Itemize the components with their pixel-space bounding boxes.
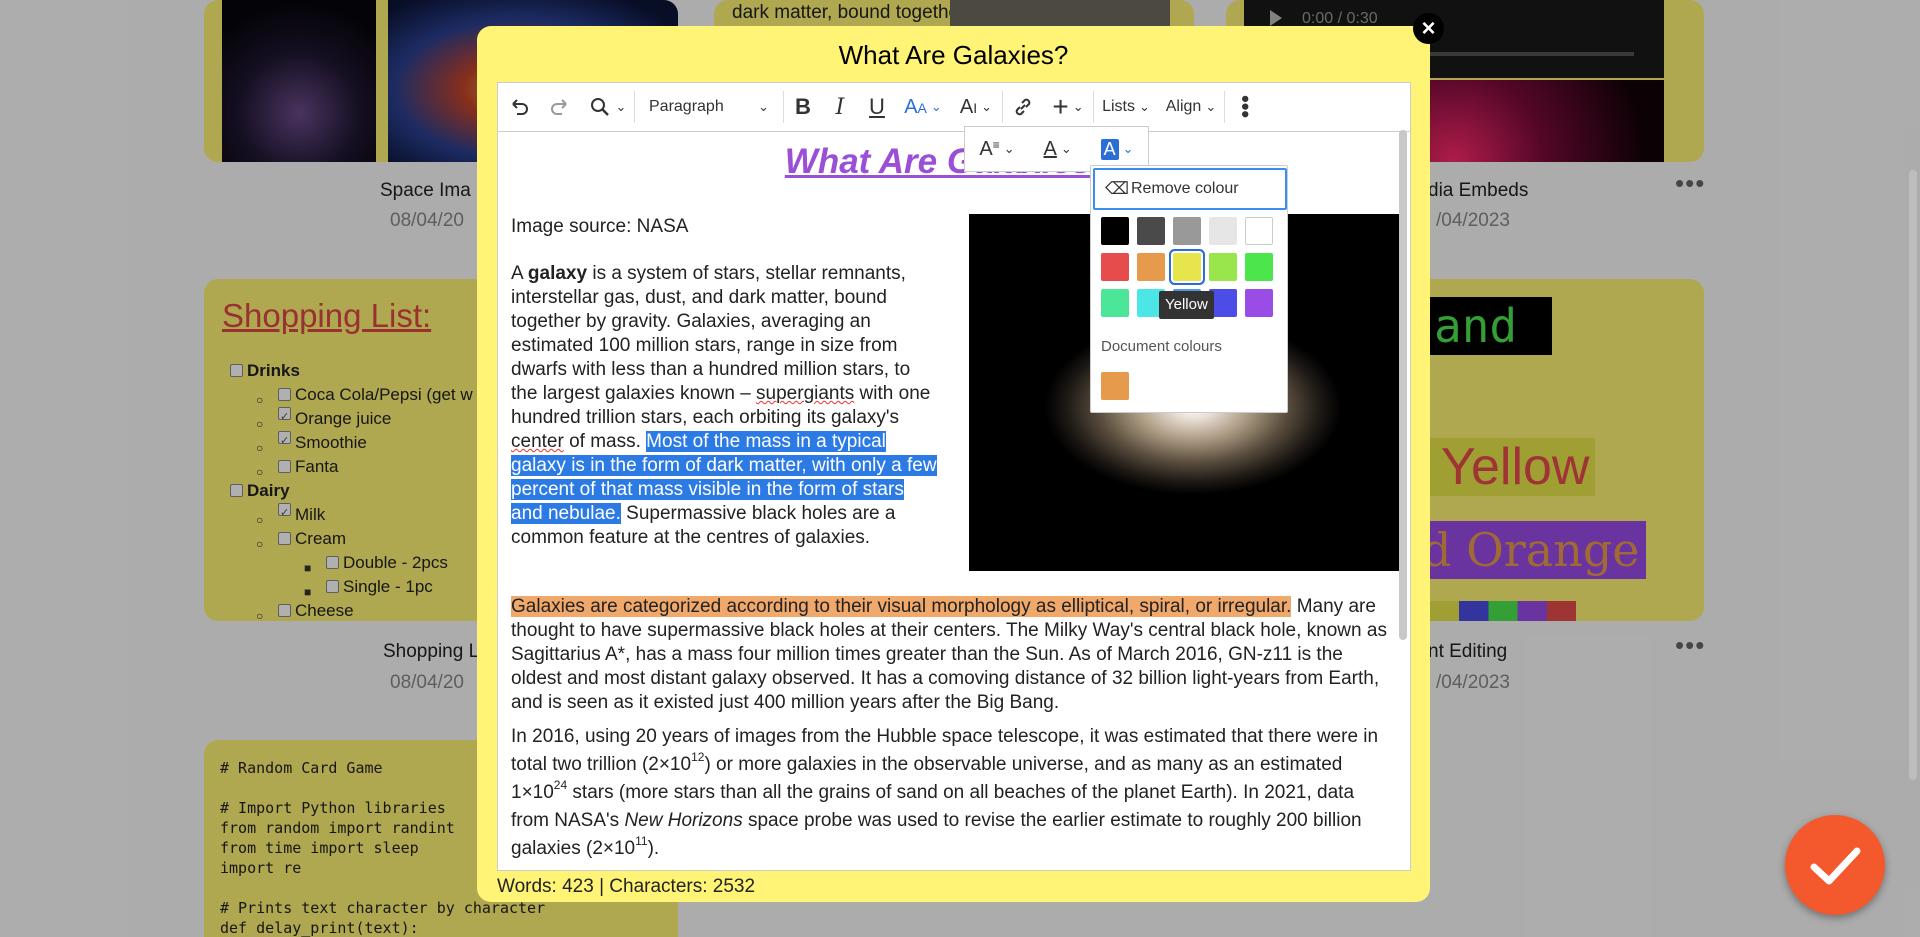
remove-colour-label: Remove colour	[1131, 180, 1239, 197]
font-style-icon: AA	[904, 95, 927, 118]
spellcheck-word: center	[511, 431, 564, 452]
align-dropdown[interactable]: Align ⌄	[1158, 82, 1224, 132]
text-run: A	[511, 263, 528, 284]
editor-scrollbar[interactable]	[1399, 130, 1407, 640]
paragraph-1: A galaxy is a system of stars, stellar r…	[511, 262, 939, 550]
more-tools-button[interactable]: •••	[1225, 82, 1265, 132]
font-style-button[interactable]: AA ⌄	[896, 82, 950, 132]
font-colour-icon: A	[1043, 137, 1057, 160]
text-run: ).	[647, 838, 660, 859]
find-replace-button[interactable]: ⌄	[580, 82, 634, 132]
link-button[interactable]	[1003, 82, 1043, 132]
modal-title: What Are Galaxies?	[838, 40, 1069, 70]
save-note-button[interactable]	[1785, 815, 1885, 915]
text-run: of mass.	[563, 431, 647, 452]
font-family-icon: A≡	[979, 137, 1000, 160]
colour-swatch[interactable]	[1209, 253, 1237, 281]
lists-label: Lists	[1102, 98, 1135, 115]
colour-swatch[interactable]	[1245, 289, 1273, 317]
superscript: 12	[691, 750, 705, 764]
font-size-button[interactable]: AI ⌄	[950, 82, 1002, 132]
paragraph-3: In 2016, using 20 years of images from t…	[511, 723, 1387, 863]
link-icon	[1015, 98, 1031, 116]
italic-text: New Horizons	[624, 810, 743, 831]
document-colour-swatch[interactable]	[1101, 372, 1129, 400]
font-colour-button[interactable]: A ⌄	[1044, 127, 1072, 171]
eraser-icon: ⌫	[1105, 179, 1130, 198]
plus-icon: +	[1052, 91, 1069, 122]
superscript: 11	[635, 834, 648, 848]
bold-icon: B	[795, 94, 811, 119]
checkmark-icon	[1810, 847, 1861, 885]
colour-swatch[interactable]	[1101, 217, 1129, 245]
page-scrollbar[interactable]	[1909, 170, 1917, 780]
italic-icon: I	[835, 94, 845, 120]
chevron-down-icon: ⌄	[930, 99, 942, 114]
note-editor-modal: What Are Galaxies? ⌄ Paragraph ⌄ B I U A…	[477, 26, 1430, 902]
colour-swatch[interactable]	[1173, 217, 1201, 245]
image-source-text: Image source: NASA	[511, 216, 689, 237]
superscript: 24	[553, 778, 568, 792]
font-family-button[interactable]: A≡ ⌄	[979, 127, 1014, 171]
find-replace-icon	[590, 98, 609, 116]
paragraph-2: Galaxies are categorized according to th…	[511, 595, 1387, 715]
align-label: Align	[1165, 98, 1202, 115]
heading-dropdown[interactable]: Paragraph ⌄	[635, 82, 783, 132]
highlighted-text: Galaxies are categorized according to th…	[511, 596, 1292, 617]
word-count: Words: 423 | Characters: 2532	[497, 876, 756, 897]
chevron-down-icon: ⌄	[1060, 141, 1072, 156]
swatch-tooltip: Yellow	[1159, 291, 1214, 319]
chevron-down-icon: ⌄	[1205, 99, 1217, 114]
undo-icon	[512, 99, 528, 115]
insert-button[interactable]: + ⌄	[1043, 82, 1093, 132]
colour-swatch[interactable]	[1209, 217, 1237, 245]
colour-swatch[interactable]	[1137, 253, 1165, 281]
close-icon: ×	[1421, 15, 1436, 42]
underline-button[interactable]: U	[858, 82, 896, 132]
chevron-down-icon: ⌄	[1122, 141, 1134, 156]
undo-button[interactable]	[498, 82, 540, 132]
redo-icon	[551, 99, 567, 115]
colour-swatch[interactable]	[1245, 253, 1273, 281]
heading-dropdown-label: Paragraph	[649, 98, 724, 115]
bold-button[interactable]: B	[784, 82, 822, 132]
colour-picker-panel: ⌫ Remove colour Document colours	[1090, 165, 1288, 413]
font-size-icon: AI	[959, 95, 978, 118]
kebab-menu-icon: •••	[1233, 95, 1258, 119]
italic-button[interactable]: I	[822, 82, 858, 132]
chevron-down-icon: ⌄	[758, 99, 769, 114]
remove-colour-button[interactable]: ⌫ Remove colour	[1093, 168, 1287, 210]
chevron-down-icon: ⌄	[615, 99, 627, 114]
document-colours-label: Document colours	[1101, 338, 1222, 355]
bold-text: galaxy	[527, 263, 588, 284]
lists-dropdown[interactable]: Lists ⌄	[1094, 82, 1158, 132]
colour-swatch[interactable]	[1101, 289, 1129, 317]
colour-swatch[interactable]	[1101, 253, 1129, 281]
chevron-down-icon: ⌄	[1003, 141, 1015, 156]
colour-swatch[interactable]	[1173, 253, 1201, 281]
chevron-down-icon: ⌄	[981, 99, 993, 114]
chevron-down-icon: ⌄	[1139, 99, 1150, 114]
chevron-down-icon: ⌄	[1072, 99, 1084, 114]
editor-toolbar: ⌄ Paragraph ⌄ B I U AA ⌄ AI ⌄ + ⌄ Lists …	[497, 82, 1411, 132]
background-colour-icon: A	[1100, 138, 1119, 160]
spellcheck-word: supergiants	[756, 383, 855, 404]
colour-swatch[interactable]	[1245, 217, 1273, 245]
close-modal-button[interactable]: ×	[1413, 13, 1444, 44]
redo-button[interactable]	[540, 82, 580, 132]
underline-icon: U	[869, 94, 885, 119]
colour-swatch[interactable]	[1137, 217, 1165, 245]
